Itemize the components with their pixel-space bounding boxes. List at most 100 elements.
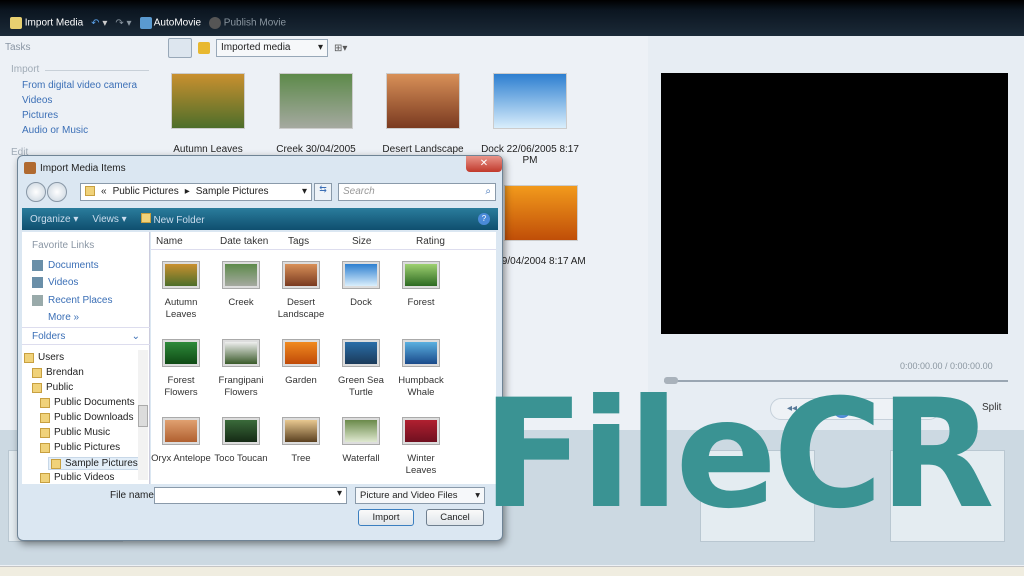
tree-item[interactable]: Public Documents <box>40 397 135 408</box>
file-thumbnail[interactable] <box>282 261 320 289</box>
tree-item[interactable]: Public Music <box>40 427 110 438</box>
file-thumbnail[interactable] <box>402 261 440 289</box>
file-thumbnail[interactable] <box>342 261 380 289</box>
breadcrumb-sample-pictures[interactable]: Sample Pictures <box>196 186 269 198</box>
tree-item[interactable]: Brendan <box>32 367 84 378</box>
file-type-select[interactable]: Picture and Video Files ▾ <box>355 487 485 504</box>
tree-item-label: Public <box>46 382 74 393</box>
search-input[interactable]: Search ⌕ <box>338 183 496 201</box>
file-name[interactable]: Forest Flowers <box>151 375 211 399</box>
tree-item[interactable]: Public <box>32 382 73 393</box>
folders-header[interactable]: Folders ⌄ <box>22 327 150 345</box>
tree-item[interactable]: Public Pictures <box>40 442 120 453</box>
collections-icon[interactable] <box>198 42 210 54</box>
column-name[interactable]: Name <box>156 236 183 247</box>
favorite-videos[interactable]: Videos <box>48 277 78 288</box>
file-thumbnail[interactable] <box>402 417 440 445</box>
file-thumbnail[interactable] <box>222 261 260 289</box>
file-thumbnail[interactable] <box>162 339 200 367</box>
new-folder-button[interactable]: New Folder <box>140 212 205 226</box>
file-name[interactable]: Forest <box>391 297 451 309</box>
import-media-button[interactable]: Import Media <box>10 17 83 29</box>
view-options-button[interactable]: ⊞▾ <box>334 43 347 54</box>
refresh-button[interactable]: ⇆ <box>314 183 332 201</box>
publish-movie-button[interactable]: Publish Movie <box>209 17 286 29</box>
automovie-button[interactable]: AutoMovie <box>139 17 201 29</box>
address-bar[interactable]: « Public Pictures ▸ Sample Pictures ▾ <box>80 183 312 201</box>
link-pictures[interactable]: Pictures <box>22 110 58 121</box>
import-button[interactable]: Import <box>358 509 414 526</box>
media-thumbnail[interactable] <box>171 73 245 129</box>
media-thumbnail[interactable] <box>493 73 567 129</box>
file-thumbnail[interactable] <box>342 417 380 445</box>
views-button[interactable]: Views ▾ <box>92 214 126 225</box>
organize-button[interactable]: Organize ▾ <box>30 214 78 225</box>
file-name[interactable]: Waterfall <box>331 453 391 465</box>
file-name[interactable]: Oryx Antelope <box>151 453 211 465</box>
help-icon[interactable]: ? <box>478 213 490 225</box>
link-digital-video-camera[interactable]: From digital video camera <box>22 80 137 91</box>
tree-item[interactable]: Users <box>24 352 64 363</box>
tree-item-label: Public Documents <box>54 397 135 408</box>
file-name[interactable]: Toco Toucan <box>211 453 271 465</box>
file-name[interactable]: Green Sea Turtle <box>331 375 391 399</box>
redo-button[interactable]: ↷ ▾ <box>115 18 131 29</box>
back-button[interactable] <box>26 182 46 202</box>
link-audio-music[interactable]: Audio or Music <box>22 125 88 136</box>
media-thumbnail[interactable] <box>504 185 578 241</box>
file-thumbnail[interactable] <box>402 339 440 367</box>
column-rating[interactable]: Rating <box>416 236 445 247</box>
file-name[interactable]: Dock <box>331 297 391 309</box>
file-name[interactable]: Desert Landscape <box>271 297 331 321</box>
column-tags[interactable]: Tags <box>288 236 309 247</box>
favorite-recent-places[interactable]: Recent Places <box>48 295 112 306</box>
tree-item-label: Brendan <box>46 367 84 378</box>
file-name[interactable]: Tree <box>271 453 331 465</box>
file-thumbnail[interactable] <box>282 417 320 445</box>
media-thumbnail[interactable] <box>279 73 353 129</box>
tree-item[interactable]: Sample Pictures <box>48 457 141 470</box>
favorite-documents[interactable]: Documents <box>48 260 99 271</box>
horizontal-scrollbar[interactable] <box>0 566 1024 576</box>
file-name[interactable]: Humpback Whale <box>391 375 451 399</box>
file-name-input[interactable]: ▾ <box>154 487 347 504</box>
folder-icon <box>51 458 61 469</box>
file-name[interactable]: Frangipani Flowers <box>211 375 271 399</box>
close-button[interactable]: ✕ <box>466 156 502 172</box>
column-size[interactable]: Size <box>352 236 371 247</box>
forward-button[interactable] <box>47 182 67 202</box>
breadcrumb-public-pictures[interactable]: Public Pictures <box>113 186 179 198</box>
more-links[interactable]: More » <box>48 312 79 323</box>
cancel-button[interactable]: Cancel <box>426 509 484 526</box>
column-date-taken[interactable]: Date taken <box>220 236 268 247</box>
file-thumbnail[interactable] <box>162 417 200 445</box>
tree-item-label: Public Pictures <box>54 442 121 453</box>
file-thumbnail[interactable] <box>222 339 260 367</box>
chevron-down-icon[interactable]: ▾ <box>302 186 307 198</box>
tree-item[interactable]: Public Videos <box>40 472 114 483</box>
dialog-title: Import Media Items <box>40 163 126 174</box>
tasks-heading: Tasks <box>5 42 31 53</box>
toggle-pane-button[interactable] <box>168 38 192 58</box>
tree-scrollbar[interactable] <box>138 350 148 480</box>
media-caption: Desert Landscape <box>382 144 464 155</box>
media-thumbnail[interactable] <box>386 73 460 129</box>
file-thumbnail[interactable] <box>162 261 200 289</box>
link-videos[interactable]: Videos <box>22 95 52 106</box>
media-caption: 09/04/2004 8:17 AM <box>496 256 586 267</box>
documents-icon <box>32 260 43 271</box>
file-thumbnail[interactable] <box>222 417 260 445</box>
file-name[interactable]: Garden <box>271 375 331 387</box>
tree-item-label: Public Music <box>54 427 111 438</box>
view-combo[interactable]: Imported media ▾ <box>216 39 328 57</box>
file-name[interactable]: Winter Leaves <box>391 453 451 477</box>
folder-icon <box>32 367 42 378</box>
file-name[interactable]: Creek <box>211 297 271 309</box>
undo-button[interactable]: ↶ ▾ <box>91 18 107 29</box>
file-name[interactable]: Autumn Leaves <box>151 297 211 321</box>
chevron-down-icon: ▾ <box>317 42 323 53</box>
main-toolbar: Import Media ↶ ▾ ↷ ▾ AutoMovie Publish M… <box>0 0 1024 36</box>
file-thumbnail[interactable] <box>342 339 380 367</box>
tree-item[interactable]: Public Downloads <box>40 412 134 423</box>
file-thumbnail[interactable] <box>282 339 320 367</box>
